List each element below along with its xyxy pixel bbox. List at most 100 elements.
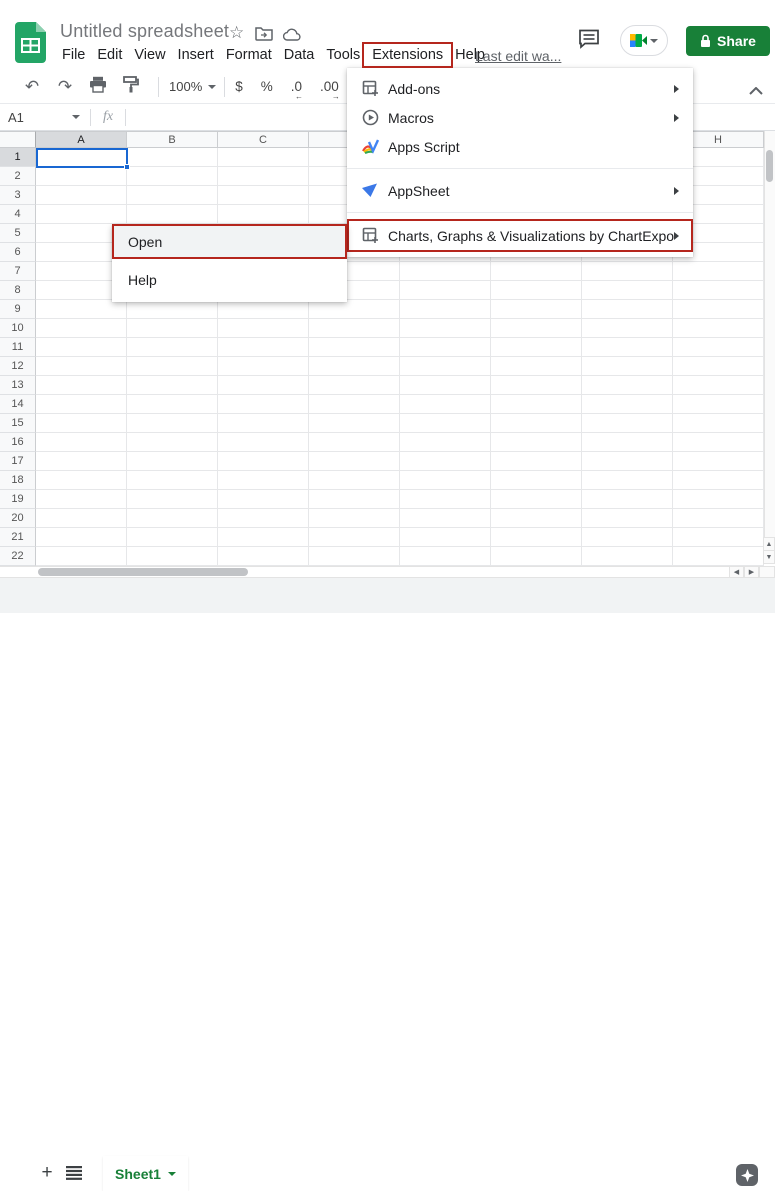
cell-D16[interactable]: [309, 433, 400, 452]
row-header-10[interactable]: 10: [0, 319, 36, 338]
cell-F15[interactable]: [491, 414, 582, 433]
menu-format[interactable]: Format: [220, 45, 278, 65]
cell-B18[interactable]: [127, 471, 218, 490]
row-header-5[interactable]: 5: [0, 224, 36, 243]
cell-C16[interactable]: [218, 433, 309, 452]
cell-G11[interactable]: [582, 338, 673, 357]
cell-F14[interactable]: [491, 395, 582, 414]
scroll-down-button[interactable]: ▼: [763, 550, 775, 564]
cell-C10[interactable]: [218, 319, 309, 338]
cell-A3[interactable]: [36, 186, 127, 205]
cell-B13[interactable]: [127, 376, 218, 395]
cell-H20[interactable]: [673, 509, 764, 528]
cell-F11[interactable]: [491, 338, 582, 357]
row-header-2[interactable]: 2: [0, 167, 36, 186]
cell-H12[interactable]: [673, 357, 764, 376]
cell-D20[interactable]: [309, 509, 400, 528]
row-header-7[interactable]: 7: [0, 262, 36, 281]
zoom-control[interactable]: 100%: [169, 79, 216, 94]
undo-button[interactable]: ↶: [22, 77, 42, 97]
cell-C18[interactable]: [218, 471, 309, 490]
cell-A15[interactable]: [36, 414, 127, 433]
cell-G16[interactable]: [582, 433, 673, 452]
cell-C17[interactable]: [218, 452, 309, 471]
cell-F9[interactable]: [491, 300, 582, 319]
extensions-menu-item-add-ons[interactable]: Add-ons: [347, 74, 693, 103]
cell-E18[interactable]: [400, 471, 491, 490]
cell-F7[interactable]: [491, 262, 582, 281]
cell-C15[interactable]: [218, 414, 309, 433]
cell-B2[interactable]: [127, 167, 218, 186]
cell-G22[interactable]: [582, 547, 673, 566]
cell-D21[interactable]: [309, 528, 400, 547]
format-currency-button[interactable]: $: [235, 79, 243, 94]
cell-A17[interactable]: [36, 452, 127, 471]
cell-D12[interactable]: [309, 357, 400, 376]
cell-C19[interactable]: [218, 490, 309, 509]
cell-E9[interactable]: [400, 300, 491, 319]
menu-tools[interactable]: Tools: [320, 45, 366, 65]
row-header-12[interactable]: 12: [0, 357, 36, 376]
format-percent-button[interactable]: %: [261, 79, 273, 94]
redo-button[interactable]: ↷: [55, 77, 75, 97]
row-header-19[interactable]: 19: [0, 490, 36, 509]
cell-D11[interactable]: [309, 338, 400, 357]
cell-G8[interactable]: [582, 281, 673, 300]
cell-B14[interactable]: [127, 395, 218, 414]
cell-F20[interactable]: [491, 509, 582, 528]
scroll-right-button[interactable]: ▶: [744, 566, 759, 578]
cell-H18[interactable]: [673, 471, 764, 490]
sheet-tab-sheet1[interactable]: Sheet1: [103, 1156, 188, 1191]
menu-edit[interactable]: Edit: [91, 45, 128, 65]
menu-data[interactable]: Data: [278, 45, 321, 65]
cell-E12[interactable]: [400, 357, 491, 376]
add-sheet-button[interactable]: +: [36, 1162, 58, 1184]
cell-B12[interactable]: [127, 357, 218, 376]
cell-F10[interactable]: [491, 319, 582, 338]
extensions-menu-item-chartexpo[interactable]: Charts, Graphs & Visualizations by Chart…: [347, 220, 693, 251]
print-button[interactable]: [88, 76, 108, 98]
cell-H13[interactable]: [673, 376, 764, 395]
row-header-4[interactable]: 4: [0, 205, 36, 224]
select-all-corner[interactable]: [0, 131, 36, 148]
cell-C4[interactable]: [218, 205, 309, 224]
cell-D19[interactable]: [309, 490, 400, 509]
cell-G14[interactable]: [582, 395, 673, 414]
cell-A9[interactable]: [36, 300, 127, 319]
cell-H19[interactable]: [673, 490, 764, 509]
explore-button[interactable]: [736, 1164, 758, 1186]
cell-B21[interactable]: [127, 528, 218, 547]
cell-G12[interactable]: [582, 357, 673, 376]
cell-B1[interactable]: [127, 148, 218, 167]
cell-B9[interactable]: [127, 300, 218, 319]
cell-D13[interactable]: [309, 376, 400, 395]
cell-A10[interactable]: [36, 319, 127, 338]
scroll-up-button[interactable]: ▲: [763, 537, 775, 551]
decrease-decimal-button[interactable]: .0←: [291, 79, 302, 94]
meet-button[interactable]: [620, 25, 668, 56]
cell-A4[interactable]: [36, 205, 127, 224]
cell-C21[interactable]: [218, 528, 309, 547]
submenu-item-help[interactable]: Help: [112, 258, 347, 302]
extensions-menu-item-macros[interactable]: Macros: [347, 103, 693, 132]
increase-decimal-button[interactable]: .00→: [320, 79, 339, 94]
menu-insert[interactable]: Insert: [172, 45, 220, 65]
cell-G19[interactable]: [582, 490, 673, 509]
cell-G21[interactable]: [582, 528, 673, 547]
cell-D15[interactable]: [309, 414, 400, 433]
cell-B17[interactable]: [127, 452, 218, 471]
column-header-A[interactable]: A: [36, 131, 127, 148]
cell-A19[interactable]: [36, 490, 127, 509]
row-header-13[interactable]: 13: [0, 376, 36, 395]
cell-E17[interactable]: [400, 452, 491, 471]
extensions-menu-item-apps-script[interactable]: Apps Script: [347, 132, 693, 161]
collapse-toolbar-button[interactable]: [749, 82, 763, 100]
cell-A12[interactable]: [36, 357, 127, 376]
menu-view[interactable]: View: [128, 45, 171, 65]
cell-D9[interactable]: [309, 300, 400, 319]
cell-H9[interactable]: [673, 300, 764, 319]
cell-E19[interactable]: [400, 490, 491, 509]
cell-D17[interactable]: [309, 452, 400, 471]
cell-C1[interactable]: [218, 148, 309, 167]
cell-B10[interactable]: [127, 319, 218, 338]
